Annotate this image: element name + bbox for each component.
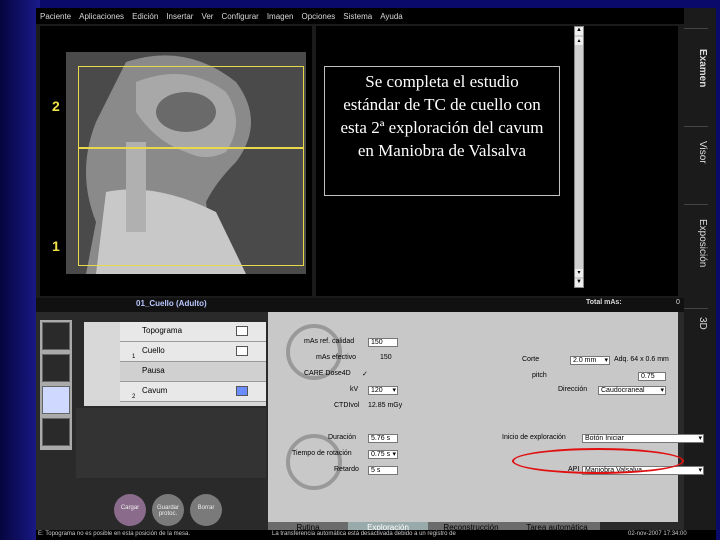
step-label: Pausa <box>142 366 165 375</box>
menu-opciones[interactable]: Opciones <box>302 12 336 21</box>
scan-range-1[interactable] <box>78 148 304 266</box>
scan-range-2-label: 2 <box>52 98 60 114</box>
protocol-panel: 01_Cuello (Adulto) Total mAs: 0 Topogram… <box>36 298 704 540</box>
scroll-up-arrow-icon[interactable]: ▲ <box>575 27 583 35</box>
patient-standing-icon[interactable] <box>42 322 70 350</box>
mas-ref-label: mAs ref. calidad <box>304 338 355 345</box>
step-checkbox[interactable] <box>236 386 248 396</box>
step-label: Cuello <box>142 346 165 355</box>
step-cavum[interactable]: Cavum 2 <box>120 382 266 402</box>
menu-edicion[interactable]: Edición <box>132 12 158 21</box>
protocol-titlebar: 01_Cuello (Adulto) Total mAs: 0 <box>36 298 684 312</box>
vertical-scrollbar[interactable]: ▲ ▴ ▾ ▼ <box>574 26 584 288</box>
menu-insertar[interactable]: Insertar <box>166 12 193 21</box>
duracion-field[interactable]: 5.76 s <box>368 434 398 443</box>
step-checkbox[interactable] <box>236 346 248 356</box>
step-label: Cavum <box>142 386 168 395</box>
patient-position-toolbar <box>40 320 72 450</box>
step-cuello[interactable]: Cuello 1 <box>120 342 266 362</box>
lateral-topogram-image <box>66 52 306 274</box>
kv-select[interactable]: 120 <box>368 386 398 395</box>
tiempo-rotacion-label: Tiempo de rotación <box>292 450 352 457</box>
patient-feet-first-icon[interactable] <box>42 418 70 446</box>
corte-label: Corte <box>522 356 540 363</box>
tiempo-rotacion-select[interactable]: 0.75 s <box>368 450 398 459</box>
step-checkbox[interactable] <box>236 326 248 336</box>
ctdi-value: 12.85 mGy <box>368 402 403 409</box>
borrar-button[interactable]: Borrar <box>190 494 222 526</box>
tab-3d[interactable]: 3D <box>684 308 708 338</box>
menu-bar: Paciente Aplicaciones Edición Insertar V… <box>36 8 684 24</box>
duracion-label: Duración <box>328 434 357 441</box>
topogram-viewer[interactable]: 2 1 <box>40 26 312 296</box>
guardar-protocolo-button[interactable]: Guardar protoc. <box>152 494 184 526</box>
step-number: 1 <box>132 354 136 360</box>
mas-efectivo-label: mAs efectivo <box>316 354 357 361</box>
side-tabs: Examen Visor Exposición 3D <box>684 28 708 346</box>
tab-exposicion[interactable]: Exposición <box>684 204 708 282</box>
tab-examen[interactable]: Examen <box>684 28 708 108</box>
annotation-callout: Se completa el estudio estándar de TC de… <box>324 66 560 196</box>
patient-head-icon[interactable] <box>42 386 70 414</box>
inicio-exploracion-select[interactable]: Botón Iniciar <box>582 434 704 443</box>
scroll-down-arrow-icon[interactable]: ▼ <box>575 279 583 287</box>
scroll-page-up-icon[interactable]: ▴ <box>575 37 583 45</box>
tab-visor[interactable]: Visor <box>684 126 708 178</box>
step-pausa[interactable]: Pausa <box>120 362 266 382</box>
patient-table-icon[interactable] <box>42 354 70 382</box>
adquisicion-value: Adq. 64 x 0.6 mm <box>614 356 669 363</box>
step-label: Topograma <box>142 326 183 335</box>
scan-steps-list: Topograma Cuello 1 Pausa Cavum 2 <box>84 322 266 406</box>
inicio-exploracion-label: Inicio de exploración <box>502 434 566 441</box>
pitch-label: pitch <box>532 372 547 379</box>
menu-sistema[interactable]: Sistema <box>343 12 372 21</box>
steps-empty-area <box>76 408 266 478</box>
status-left: E: Topograma no es posible en esta posic… <box>38 531 190 537</box>
menu-paciente[interactable]: Paciente <box>40 12 71 21</box>
menu-ayuda[interactable]: Ayuda <box>380 12 403 21</box>
scroll-page-down-icon[interactable]: ▾ <box>575 269 583 277</box>
cargar-button[interactable]: Cargar <box>114 494 146 526</box>
status-mid: La transferencia automática está desacti… <box>272 531 456 537</box>
api-highlight-ellipse <box>512 448 684 474</box>
care-dose-label: CARE Dose4D <box>304 370 351 377</box>
corte-select[interactable]: 2.0 mm <box>570 356 610 365</box>
menu-imagen[interactable]: Imagen <box>267 12 294 21</box>
status-bar: E: Topograma no es posible en esta posic… <box>36 530 716 540</box>
protocol-title: 01_Cuello (Adulto) <box>136 299 207 308</box>
menu-aplicaciones[interactable]: Aplicaciones <box>79 12 124 21</box>
slide-background <box>0 0 40 540</box>
kv-label: kV <box>350 386 359 393</box>
status-datetime: 02-nov-2007 17:34:00 <box>628 531 687 537</box>
menu-configurar[interactable]: Configurar <box>221 12 258 21</box>
total-mas-value: 0 <box>676 299 680 306</box>
mas-ref-field[interactable]: 150 <box>368 338 398 347</box>
total-mas-label: Total mAs: <box>586 299 622 306</box>
scan-range-2[interactable] <box>78 66 304 148</box>
step-topograma[interactable]: Topograma <box>120 322 266 342</box>
exploration-parameters: mAs ref. calidad 150 mAs efectivo 150 CA… <box>268 312 704 522</box>
direccion-select[interactable]: Caudocraneal <box>598 386 666 395</box>
scan-range-1-label: 1 <box>52 238 60 254</box>
retardo-field[interactable]: 5 s <box>368 466 398 475</box>
care-dose-checkbox[interactable]: ✓ <box>362 370 368 378</box>
mas-efectivo-value: 150 <box>380 354 392 361</box>
ctdi-label: CTDIvol <box>334 402 360 409</box>
pitch-field[interactable]: 0.75 <box>638 372 666 381</box>
step-number: 2 <box>132 394 136 400</box>
menu-ver[interactable]: Ver <box>201 12 213 21</box>
clock-icon <box>286 434 342 490</box>
retardo-label: Retardo <box>334 466 359 473</box>
direccion-label: Dirección <box>558 386 588 393</box>
